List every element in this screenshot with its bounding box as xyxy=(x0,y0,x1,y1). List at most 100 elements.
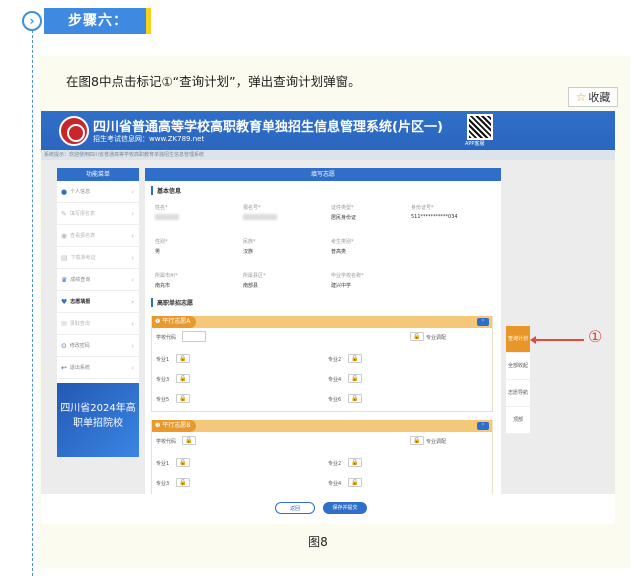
school-code-label: 学校代码 xyxy=(156,439,177,445)
menu-item-logout[interactable]: ↩ 退出系统 › xyxy=(57,357,139,379)
menu-item-label: 成绩查询 xyxy=(70,277,91,283)
menu-item-score[interactable]: ♛ 成绩查询 › xyxy=(57,269,139,291)
menu-item-label: 个人信息 xyxy=(70,189,91,195)
annotation-marker: ① xyxy=(588,327,603,346)
button-bar: 返回 保存并提交 xyxy=(41,494,615,524)
menu-item-label: 志愿填报 xyxy=(70,299,91,305)
lock-icon: 🔒 xyxy=(176,374,190,383)
breadcrumb: 系统提示：欢迎使用四川省普通高等学校高职教育单独招生信息管理系统 xyxy=(41,150,615,160)
star-icon: ☆ xyxy=(575,90,587,104)
volunteer-form: 填写志愿 基本信息 姓名* 报名号* 证件类型* 居民身份证 身份证号* 511… xyxy=(145,168,501,524)
user-icon: ● xyxy=(61,187,68,196)
annotation-arrow xyxy=(530,336,584,344)
function-menu: 功能菜单 ● 个人信息 › ✎ 填写报名表 › ◉ 查看报名表 › ▤ 下载准考证 › ♛ 成绩查… xyxy=(57,168,139,457)
major-label: 专业4 xyxy=(328,377,342,383)
lock-icon: 🔒 xyxy=(348,458,362,467)
adjust-label: 专业调配 xyxy=(426,439,447,445)
menu-item-label: 下载准考证 xyxy=(70,255,96,261)
embedded-screenshot: 四川省普通高等学校高职教育单独招生信息管理系统(片区一) 招生考试信息网：www… xyxy=(41,111,615,524)
blurred-value xyxy=(243,214,277,220)
menu-item-personal-info[interactable]: ● 个人信息 › xyxy=(57,181,139,203)
field-value: 居民身份证 xyxy=(331,215,357,221)
menu-item-label: 录取查询 xyxy=(69,321,90,327)
qr-code-icon xyxy=(467,114,493,140)
menu-item-fill-form[interactable]: ✎ 填写报名表 › xyxy=(57,203,139,225)
major-label: 专业1 xyxy=(156,461,170,467)
field-label: 证件类型* xyxy=(331,205,354,211)
field-value: 511***********034 xyxy=(411,214,458,220)
field-label: 身份证号* xyxy=(411,205,434,211)
menu-item-view-form[interactable]: ◉ 查看报名表 › xyxy=(57,225,139,247)
menu-item-label: 填写报名表 xyxy=(69,211,95,217)
volunteer-group-b: ❷ 平行志愿B ⌃ 学校代码 🔒 🔒 专业调配 专业1 🔒 专业2 🔒 专业3 🔒… xyxy=(151,420,493,500)
field-value: 汉族 xyxy=(243,249,254,255)
major-label: 专业2 xyxy=(328,461,342,467)
lock-icon: 🔒 xyxy=(348,394,362,403)
query-plan-button[interactable]: 查询计划 xyxy=(506,326,530,353)
mail-icon: ✉ xyxy=(61,319,67,328)
field-label: 所属县区* xyxy=(243,273,266,279)
step-header: › 步骤六： xyxy=(22,8,151,34)
basic-info-section: 基本信息 xyxy=(151,186,181,195)
collapse-all-button[interactable]: 全部收起 xyxy=(506,353,530,380)
field-value: 普高类 xyxy=(331,249,347,255)
blurred-value xyxy=(155,214,179,220)
field-label: 民族* xyxy=(243,239,256,245)
heart-icon: ♥ xyxy=(61,297,68,306)
field-value: 南充市 xyxy=(155,283,171,289)
trophy-icon: ♛ xyxy=(61,275,68,284)
favorite-button[interactable]: ☆ 收藏 xyxy=(568,87,618,107)
lock-icon: 🔒 xyxy=(410,436,424,445)
step-label: 步骤六： xyxy=(44,8,151,34)
menu-item-password[interactable]: ⊙ 修改密码 › xyxy=(57,335,139,357)
back-button[interactable]: 返回 xyxy=(275,502,315,514)
save-submit-button[interactable]: 保存并提交 xyxy=(323,502,367,514)
search-icon: ◉ xyxy=(61,231,68,240)
right-float-bar: 查询计划 全部收起 志愿导航 顶部 xyxy=(506,326,530,434)
menu-item-admission-ticket[interactable]: ▤ 下载准考证 › xyxy=(57,247,139,269)
group-title: 平行志愿B xyxy=(162,422,191,429)
menu-item-label: 退出系统 xyxy=(69,365,90,371)
lock-icon: 🔒 xyxy=(176,394,190,403)
lock-icon: ⊙ xyxy=(61,341,67,350)
field-label: 毕业学校名称* xyxy=(331,273,364,279)
instruction-text: 在图8中点击标记①“查询计划”，弹出查询计划弹窗。 xyxy=(66,74,361,89)
school-code-input[interactable] xyxy=(182,331,206,342)
promo-banner: 四川省2024年高职单招院校 xyxy=(57,383,139,457)
collapse-icon[interactable]: ⌃ xyxy=(477,422,489,430)
volunteer-nav-button[interactable]: 志愿导航 xyxy=(506,380,530,407)
lock-icon: 🔒 xyxy=(348,478,362,487)
qr-label: APP客服 xyxy=(465,141,485,147)
wish-section: 高职单招志愿 xyxy=(151,298,193,307)
lock-icon: 🔒 xyxy=(182,436,196,445)
major-label: 专业3 xyxy=(156,481,170,487)
back-to-top-button[interactable]: 顶部 xyxy=(506,407,530,434)
menu-item-volunteer[interactable]: ♥ 志愿填报 › xyxy=(57,291,139,313)
major-label: 专业2 xyxy=(328,357,342,363)
field-label: 报名号* xyxy=(243,205,261,211)
group-tag: ❶ 平行志愿A xyxy=(152,316,197,328)
collapse-icon[interactable]: ⌃ xyxy=(477,318,489,326)
adjust-label: 专业调配 xyxy=(426,335,447,341)
dashed-divider xyxy=(32,30,33,576)
print-icon: ▤ xyxy=(61,253,68,262)
edit-icon: ✎ xyxy=(61,209,67,218)
field-value: 建兴中学 xyxy=(331,283,352,289)
menu-item-admission[interactable]: ✉ 录取查询 › xyxy=(57,313,139,335)
form-title: 填写志愿 xyxy=(145,168,501,181)
lock-icon: 🔒 xyxy=(348,354,362,363)
lock-icon: 🔒 xyxy=(410,332,424,341)
menu-item-label: 查看报名表 xyxy=(70,233,96,239)
figure-caption: 图8 xyxy=(308,535,328,549)
lock-icon: 🔒 xyxy=(348,374,362,383)
school-code-label: 学校代码 xyxy=(156,335,177,341)
system-title: 四川省普通高等学校高职教育单独招生信息管理系统(片区一) xyxy=(93,120,443,135)
major-label: 专业5 xyxy=(156,397,170,403)
system-header: 四川省普通高等学校高职教育单独招生信息管理系统(片区一) 招生考试信息网：www… xyxy=(41,111,615,150)
logout-icon: ↩ xyxy=(61,363,67,372)
field-label: 考生类别* xyxy=(331,239,354,245)
field-label: 姓名* xyxy=(155,205,168,211)
field-label: 性别* xyxy=(155,239,168,245)
lock-icon: 🔒 xyxy=(176,354,190,363)
school-logo-icon xyxy=(59,116,89,146)
